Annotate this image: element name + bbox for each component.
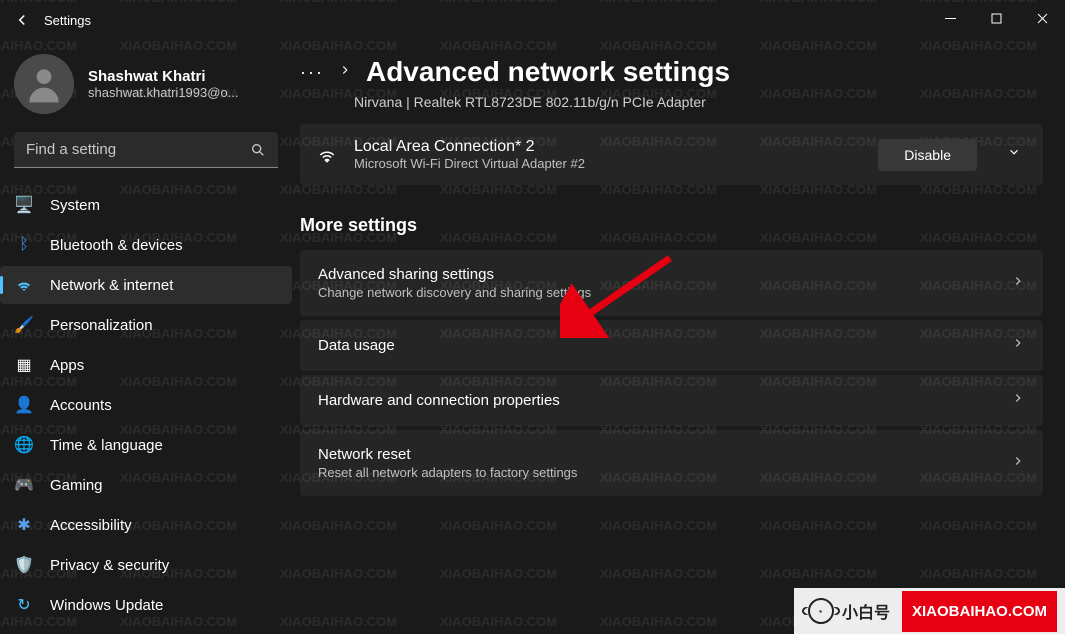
card-title: Hardware and connection properties (318, 392, 560, 409)
chevron-right-icon (1011, 274, 1025, 293)
sidebar-item-network[interactable]: Network & internet (0, 266, 292, 304)
sidebar-item-label: Windows Update (50, 597, 163, 614)
profile-block[interactable]: Shashwat Khatri shashwat.khatri1993@o... (0, 40, 292, 132)
card-data-usage[interactable]: Data usage (300, 320, 1043, 371)
sidebar-item-system[interactable]: 🖥️ System (0, 186, 292, 224)
adapter-description: Nirvana | Realtek RTL8723DE 802.11b/g/n … (300, 94, 1043, 110)
person-icon: 👤 (14, 395, 34, 415)
card-hardware[interactable]: Hardware and connection properties (300, 375, 1043, 426)
sidebar-item-label: Gaming (50, 477, 103, 494)
logo-text-en: XIAOBAIHAO.COM (902, 591, 1057, 632)
sidebar-item-personalization[interactable]: 🖌️ Personalization (0, 306, 292, 344)
apps-icon: ▦ (14, 355, 34, 375)
sidebar-item-label: System (50, 197, 100, 214)
adapter-name: Local Area Connection* 2 (354, 138, 585, 156)
search-icon (250, 142, 266, 158)
update-icon: ↻ (14, 595, 34, 615)
chevron-right-icon (1011, 391, 1025, 410)
maximize-button[interactable] (973, 2, 1019, 34)
sidebar-item-label: Accounts (50, 397, 112, 414)
sidebar-item-bluetooth[interactable]: ᛒ Bluetooth & devices (0, 226, 292, 264)
gaming-icon: 🎮 (14, 475, 34, 495)
profile-email: shashwat.khatri1993@o... (88, 85, 239, 100)
sidebar-item-label: Accessibility (50, 517, 132, 534)
card-advanced-sharing[interactable]: Advanced sharing settings Change network… (300, 250, 1043, 316)
sidebar-item-label: Personalization (50, 317, 153, 334)
system-icon: 🖥️ (14, 195, 34, 215)
sidebar-item-label: Apps (50, 357, 84, 374)
logo-icon: · (808, 598, 834, 624)
sidebar-item-label: Bluetooth & devices (50, 237, 183, 254)
accessibility-icon: ✱ (14, 515, 34, 535)
bluetooth-icon: ᛒ (14, 235, 34, 255)
card-desc: Reset all network adapters to factory se… (318, 465, 577, 480)
minimize-button[interactable] (927, 2, 973, 34)
watermark-logo: · 小白号 XIAOBAIHAO.COM (794, 588, 1065, 634)
profile-name: Shashwat Khatri (88, 68, 239, 85)
sidebar: Shashwat Khatri shashwat.khatri1993@o...… (0, 40, 300, 634)
chevron-down-icon[interactable] (993, 145, 1027, 164)
globe-icon: 🌐 (14, 435, 34, 455)
page-title: Advanced network settings (366, 56, 730, 88)
sidebar-item-privacy[interactable]: 🛡️ Privacy & security (0, 546, 292, 584)
window-title: Settings (44, 13, 91, 28)
sidebar-item-label: Privacy & security (50, 557, 169, 574)
shield-icon: 🛡️ (14, 555, 34, 575)
card-title: Data usage (318, 337, 395, 354)
breadcrumb-overflow[interactable]: ··· (300, 62, 324, 83)
logo-text-cn: 小白号 (842, 599, 890, 623)
sidebar-item-label: Network & internet (50, 277, 173, 294)
card-title: Network reset (318, 446, 577, 463)
sidebar-item-label: Time & language (50, 437, 163, 454)
card-title: Advanced sharing settings (318, 266, 591, 283)
disable-button[interactable]: Disable (878, 139, 977, 171)
brush-icon: 🖌️ (14, 315, 34, 335)
adapter-description: Microsoft Wi-Fi Direct Virtual Adapter #… (354, 156, 585, 171)
adapter-row[interactable]: Local Area Connection* 2 Microsoft Wi-Fi… (300, 124, 1043, 185)
wifi-icon (316, 145, 338, 165)
card-desc: Change network discovery and sharing set… (318, 285, 591, 300)
sidebar-item-accounts[interactable]: 👤 Accounts (0, 386, 292, 424)
sidebar-item-apps[interactable]: ▦ Apps (0, 346, 292, 384)
chevron-right-icon (338, 63, 352, 82)
search-box[interactable] (14, 132, 278, 168)
content-area: ··· Advanced network settings Nirvana | … (300, 40, 1065, 634)
sidebar-item-gaming[interactable]: 🎮 Gaming (0, 466, 292, 504)
back-button[interactable] (0, 0, 44, 40)
sidebar-item-time[interactable]: 🌐 Time & language (0, 426, 292, 464)
sidebar-item-update[interactable]: ↻ Windows Update (0, 586, 292, 624)
wifi-icon (14, 275, 34, 295)
chevron-right-icon (1011, 336, 1025, 355)
search-input[interactable] (26, 141, 250, 158)
sidebar-item-accessibility[interactable]: ✱ Accessibility (0, 506, 292, 544)
card-network-reset[interactable]: Network reset Reset all network adapters… (300, 430, 1043, 496)
chevron-right-icon (1011, 454, 1025, 473)
more-settings-heading: More settings (300, 215, 1043, 236)
avatar (14, 54, 74, 114)
close-button[interactable] (1019, 2, 1065, 34)
